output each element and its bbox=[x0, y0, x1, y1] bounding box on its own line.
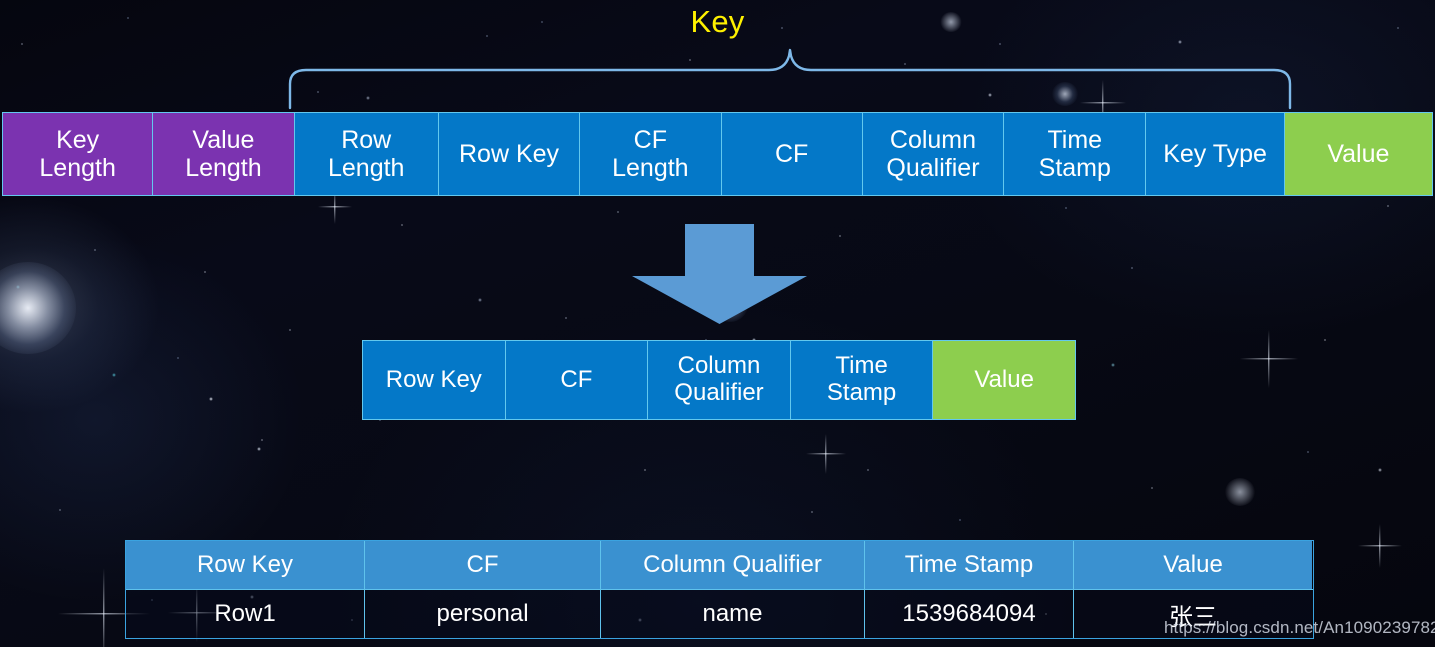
kv-segment-line2: Length bbox=[327, 154, 405, 182]
sparkle-star-icon bbox=[1358, 524, 1402, 568]
kv-segment-column-qualifier[interactable]: Column Qualifier bbox=[862, 113, 1005, 195]
kv-segment-value-length[interactable]: Value Length bbox=[153, 113, 295, 195]
key-label: Key bbox=[0, 0, 1435, 44]
kv-segment-line1: Value bbox=[192, 126, 255, 154]
kv-segment-line1: Time bbox=[1047, 126, 1103, 154]
sparkle-star-icon bbox=[1240, 330, 1298, 388]
kv-segment-line2: Length bbox=[612, 154, 689, 182]
watermark-text: https://blog.csdn.net/An1090239782 bbox=[1164, 618, 1435, 637]
table-header-cell-row-key: Row Key bbox=[126, 541, 365, 589]
table-cell-cf: personal bbox=[365, 590, 601, 638]
kv2-segment-line1: Time bbox=[835, 352, 888, 380]
kv-segment-line2: Qualifier bbox=[886, 154, 980, 182]
kv-segment-line1: CF bbox=[633, 126, 667, 154]
table-header-cell-value: Value bbox=[1074, 541, 1312, 589]
kv-segment-line2: Stamp bbox=[1038, 154, 1111, 182]
kv-segment-key-type[interactable]: Key Type bbox=[1146, 113, 1285, 195]
slide-canvas: Key Key Length Value Length Row Length R… bbox=[0, 0, 1435, 647]
kv-segment-line1: Column bbox=[889, 126, 977, 154]
kv-segment-cf-length[interactable]: CF Length bbox=[580, 113, 722, 195]
kv2-segment-line2: Qualifier bbox=[674, 379, 764, 406]
kv-segment-cf[interactable]: CF bbox=[721, 113, 863, 195]
kv-segment-line1: CF bbox=[774, 140, 809, 168]
kv-segment-line1: Value bbox=[1327, 140, 1390, 168]
table-cell-time-stamp: 1539684094 bbox=[865, 590, 1074, 638]
kv-segment-line1: Row Key bbox=[459, 140, 560, 168]
kv2-segment-row-key[interactable]: Row Key bbox=[363, 341, 506, 419]
kv2-segment-line1: Column bbox=[677, 352, 761, 380]
kv2-segment-line2: Stamp bbox=[826, 379, 897, 406]
key-label-text: Key bbox=[690, 4, 745, 39]
kv2-segment-line1: Value bbox=[974, 365, 1034, 393]
table-row[interactable]: Row1 personal name 1539684094 张三 bbox=[126, 589, 1313, 638]
kv-segment-row-length[interactable]: Row Length bbox=[294, 113, 439, 195]
keyvalue-layout-bar: Key Length Value Length Row Length Row K… bbox=[2, 112, 1433, 196]
simplified-keyvalue-bar: Row Key CF Column Qualifier Time Stamp V… bbox=[362, 340, 1076, 420]
kv-segment-line1: Row bbox=[341, 126, 392, 154]
kv2-segment-time-stamp[interactable]: Time Stamp bbox=[790, 341, 934, 419]
kv-segment-line1: Key Type bbox=[1163, 140, 1267, 168]
kv2-segment-column-qualifier[interactable]: Column Qualifier bbox=[648, 341, 791, 419]
kv2-segment-value[interactable]: Value bbox=[933, 341, 1075, 419]
kv2-segment-line1: CF bbox=[560, 365, 593, 393]
key-span-brace-icon bbox=[288, 48, 1292, 110]
kv-segment-row-key[interactable]: Row Key bbox=[438, 113, 581, 195]
kv2-segment-cf[interactable]: CF bbox=[505, 341, 649, 419]
table-header-cell-time-stamp: Time Stamp bbox=[865, 541, 1074, 589]
kv-segment-time-stamp[interactable]: Time Stamp bbox=[1004, 113, 1147, 195]
kv-segment-value[interactable]: Value bbox=[1284, 113, 1433, 195]
kv-segment-line1: Key bbox=[56, 126, 100, 154]
kv-segment-line2: Length bbox=[185, 154, 262, 182]
kv-segment-line2: Length bbox=[39, 154, 116, 182]
table-header-row: Row Key CF Column Qualifier Time Stamp V… bbox=[126, 541, 1313, 589]
table-header-cell-column-qualifier: Column Qualifier bbox=[601, 541, 865, 589]
example-table: Row Key CF Column Qualifier Time Stamp V… bbox=[125, 540, 1314, 639]
kv-segment-key-length[interactable]: Key Length bbox=[3, 113, 154, 195]
star-glow-icon bbox=[1225, 478, 1255, 506]
table-cell-row-key: Row1 bbox=[126, 590, 365, 638]
kv2-segment-line1: Row Key bbox=[385, 365, 482, 393]
table-header-cell-cf: CF bbox=[365, 541, 601, 589]
sparkle-star-icon bbox=[806, 434, 846, 474]
nebula-glow-icon bbox=[0, 262, 76, 354]
down-arrow-icon bbox=[632, 224, 807, 324]
table-cell-column-qualifier: name bbox=[601, 590, 865, 638]
